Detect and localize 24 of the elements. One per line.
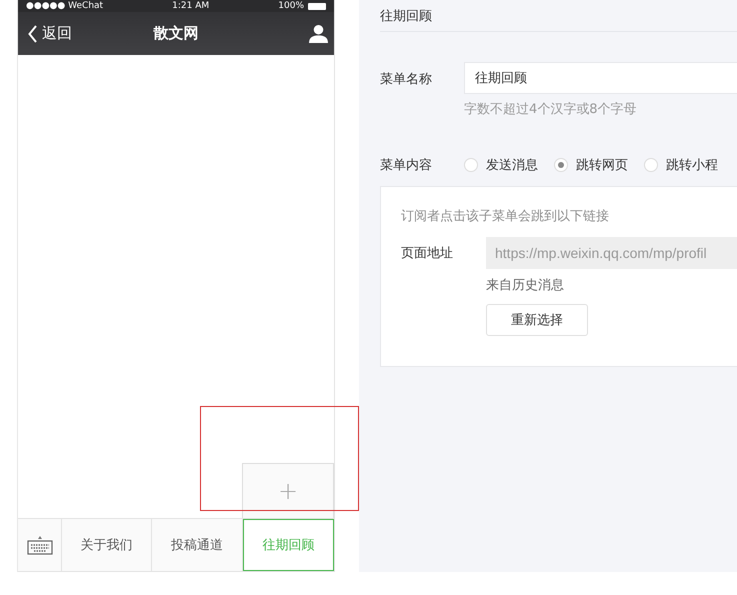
battery-icon xyxy=(308,2,326,10)
field-label: 菜单内容 xyxy=(380,157,433,174)
keyboard-icon xyxy=(26,535,52,555)
radio-label[interactable]: 跳转网页 xyxy=(576,156,628,174)
source-label: 来自历史消息 xyxy=(486,277,564,294)
clock-time: 1:21 AM xyxy=(172,1,210,11)
radio-button[interactable] xyxy=(554,158,568,172)
field-hint: 字数不超过4个汉字或8个字母 xyxy=(464,101,637,118)
radio-label[interactable]: 跳转小程 xyxy=(666,156,718,174)
back-button[interactable]: 返回 xyxy=(28,24,72,43)
chat-title: 散文网 xyxy=(152,24,200,43)
menu-name-field[interactable]: 往期回顾 xyxy=(464,62,737,94)
carrier-label: ●●●●● WeChat xyxy=(26,1,104,11)
person-icon[interactable] xyxy=(309,24,328,43)
radio-button[interactable] xyxy=(464,158,478,172)
reselect-button[interactable]: 重新选择 xyxy=(486,304,588,336)
field-label: 菜单名称 xyxy=(380,71,433,89)
battery-percent: 100% xyxy=(278,1,304,11)
field-label: 页面地址 xyxy=(401,245,454,263)
card-note: 订阅者点击该子菜单会跳到以下链接 xyxy=(401,208,610,225)
radio-button[interactable] xyxy=(644,158,658,172)
chevron-left-icon xyxy=(28,24,38,42)
menu-title: 往期回顾 xyxy=(380,8,432,24)
radio-label[interactable]: 发送消息 xyxy=(486,156,538,174)
